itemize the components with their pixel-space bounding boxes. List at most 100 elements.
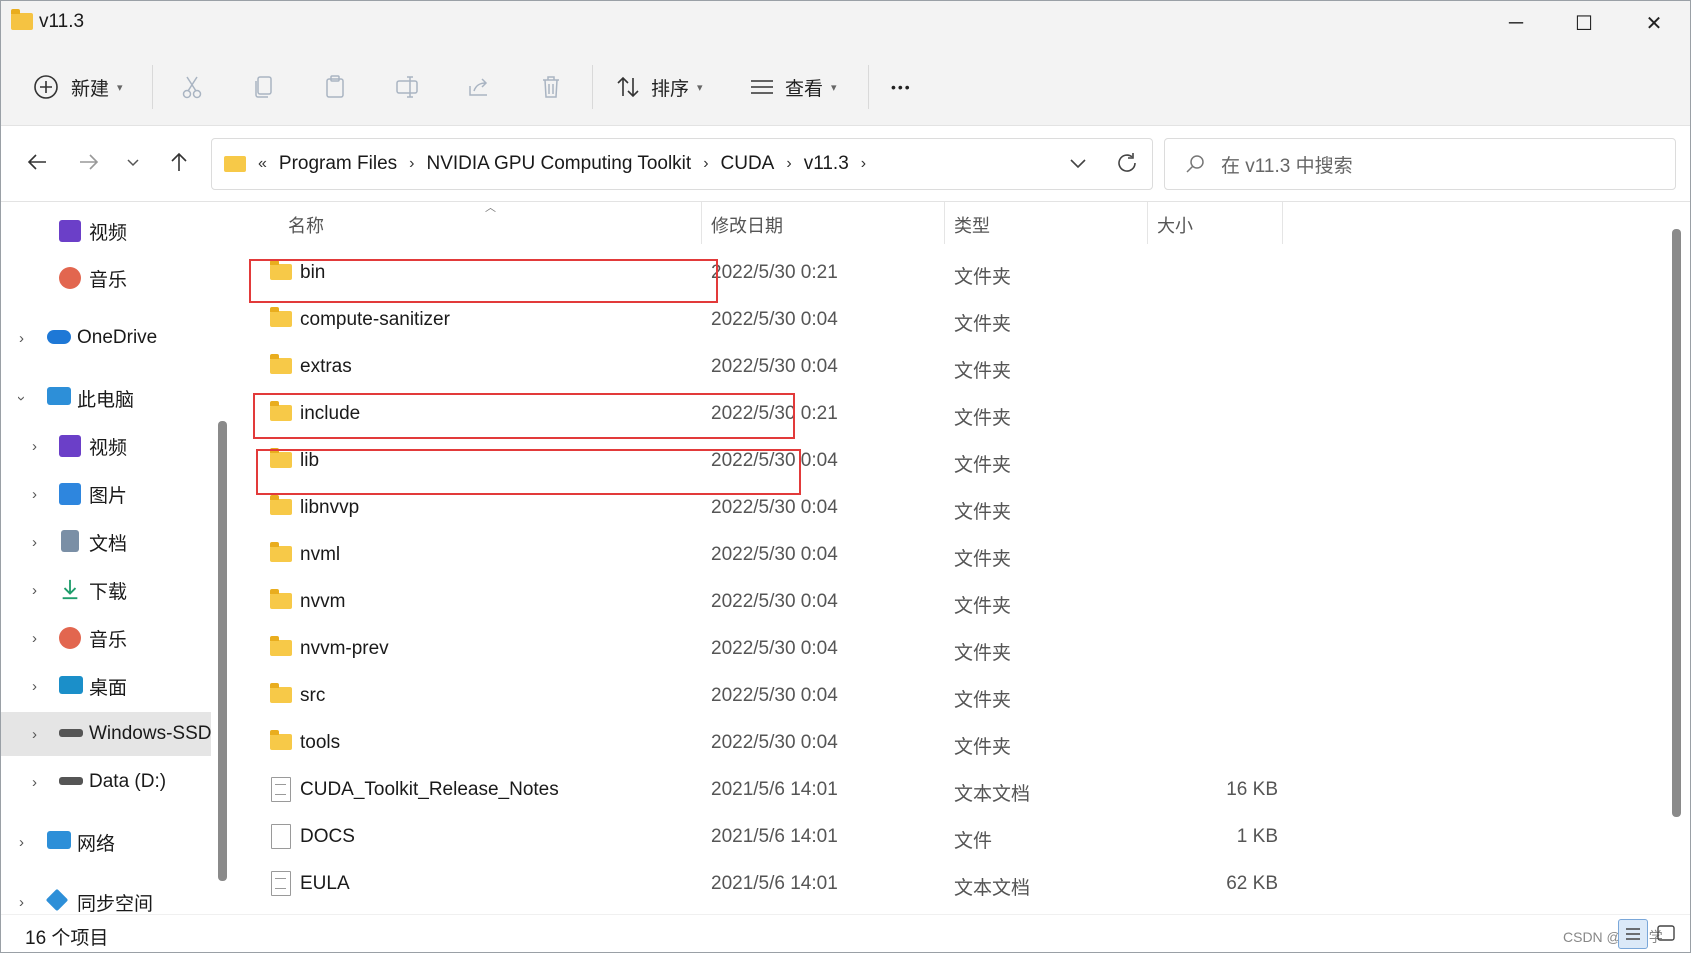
- file-row[interactable]: tools 2022/5/30 0:04 文件夹: [238, 720, 1668, 767]
- file-row[interactable]: EULA 2021/5/6 14:01 文本文档 62 KB: [238, 861, 1668, 908]
- chevron-right-icon[interactable]: ›: [32, 678, 37, 695]
- sidebar-item-pc-videos[interactable]: › 视频: [1, 424, 211, 468]
- file-type: 文件夹: [954, 549, 1012, 570]
- chevron-right-icon[interactable]: ›: [19, 894, 24, 911]
- sidebar-item-documents[interactable]: › 文档: [1, 520, 211, 564]
- sidebar-item-pc-music[interactable]: › 音乐: [1, 616, 211, 660]
- sort-button-label: 排序: [651, 78, 690, 100]
- item-count: 16 个项目: [25, 928, 109, 949]
- maximize-button[interactable]: ☐: [1552, 1, 1616, 45]
- recent-locations-button[interactable]: [113, 142, 153, 182]
- column-divider[interactable]: [701, 202, 702, 244]
- breadcrumb-v11-3[interactable]: v11.3: [804, 153, 849, 175]
- chevron-right-icon[interactable]: ›: [32, 630, 37, 647]
- rename-button[interactable]: [391, 71, 423, 103]
- column-header-size[interactable]: 大小: [1157, 212, 1193, 238]
- chevron-right-icon[interactable]: ›: [32, 438, 37, 455]
- sidebar-item-label: 桌面: [89, 677, 128, 699]
- sidebar-item-videos[interactable]: 视频: [1, 209, 211, 253]
- file-type: 文件夹: [954, 267, 1012, 288]
- breadcrumb-program-files[interactable]: Program Files: [279, 153, 397, 175]
- column-divider[interactable]: [1282, 202, 1283, 244]
- download-icon: [62, 579, 78, 600]
- highlight-box-lib: [256, 449, 801, 495]
- chevron-right-icon: ›: [786, 155, 792, 172]
- chevron-right-icon[interactable]: ›: [32, 582, 37, 599]
- up-button[interactable]: [159, 142, 199, 182]
- sidebar-item-label: 网络: [77, 833, 116, 855]
- sidebar-item-pictures[interactable]: › 图片: [1, 472, 211, 516]
- back-button[interactable]: [17, 142, 57, 182]
- chevron-right-icon[interactable]: ›: [32, 774, 37, 791]
- documents-icon: [61, 530, 79, 552]
- file-name: nvvm: [300, 591, 346, 612]
- address-bar[interactable]: « Program Files › NVIDIA GPU Computing T…: [211, 138, 1153, 190]
- cut-button[interactable]: [176, 71, 208, 103]
- chevron-right-icon[interactable]: ›: [32, 486, 37, 503]
- sidebar-item-data-d[interactable]: › Data (D:): [1, 760, 211, 804]
- forward-button[interactable]: [69, 142, 109, 182]
- file-date: 2021/5/6 14:01: [711, 826, 838, 847]
- sidebar-item-onedrive[interactable]: › OneDrive: [1, 316, 211, 360]
- chevron-right-icon[interactable]: ›: [32, 726, 37, 743]
- text-document-icon: [271, 871, 291, 896]
- file-row[interactable]: compute-sanitizer 2022/5/30 0:04 文件夹: [238, 297, 1668, 344]
- sidebar-item-network[interactable]: › 网络: [1, 820, 211, 864]
- folder-icon: [270, 683, 292, 703]
- close-button[interactable]: ✕: [1622, 1, 1686, 45]
- delete-button[interactable]: [535, 71, 567, 103]
- file-row[interactable]: nvml 2022/5/30 0:04 文件夹: [238, 532, 1668, 579]
- column-header-name[interactable]: 名称: [288, 212, 324, 238]
- view-button[interactable]: 查看 ▾: [749, 69, 837, 105]
- plus-circle-icon: [34, 75, 58, 99]
- file-row[interactable]: extras 2022/5/30 0:04 文件夹: [238, 344, 1668, 391]
- chevron-down-icon[interactable]: ›: [13, 396, 30, 401]
- search-box[interactable]: 在 v11.3 中搜索: [1164, 138, 1676, 190]
- breadcrumb-nvidia-toolkit[interactable]: NVIDIA GPU Computing Toolkit: [426, 153, 691, 175]
- file-row[interactable]: src 2022/5/30 0:04 文件夹: [238, 673, 1668, 720]
- paste-button[interactable]: [319, 71, 351, 103]
- file-row[interactable]: DOCS 2021/5/6 14:01 文件 1 KB: [238, 814, 1668, 861]
- breadcrumb-cuda[interactable]: CUDA: [721, 153, 775, 175]
- sidebar-item-this-pc[interactable]: › 此电脑: [1, 376, 211, 420]
- file-type: 文件夹: [954, 643, 1012, 664]
- file-type: 文件夹: [954, 502, 1012, 523]
- file-type: 文件夹: [954, 596, 1012, 617]
- tiles-view-button[interactable]: [1652, 919, 1680, 947]
- column-divider[interactable]: [944, 202, 945, 244]
- chevron-right-icon[interactable]: ›: [19, 330, 24, 347]
- new-button[interactable]: 新建 ▾: [33, 69, 123, 105]
- sidebar-item-desktop[interactable]: › 桌面: [1, 664, 211, 708]
- copy-button[interactable]: [248, 71, 280, 103]
- more-options-button[interactable]: •••: [891, 69, 912, 105]
- chevron-right-icon[interactable]: ›: [32, 534, 37, 551]
- sidebar-item-windows-ssd[interactable]: › Windows-SSD: [1, 712, 211, 756]
- sidebar-scrollbar[interactable]: [218, 421, 227, 881]
- column-divider[interactable]: [1147, 202, 1148, 244]
- column-header-type[interactable]: 类型: [954, 212, 990, 238]
- sort-button[interactable]: 排序 ▾: [615, 69, 703, 105]
- chevron-down-icon: ▾: [117, 81, 123, 94]
- details-view-button[interactable]: [1618, 919, 1648, 949]
- chevron-right-icon[interactable]: ›: [19, 834, 24, 851]
- file-row[interactable]: CUDA_Toolkit_Release_Notes 2021/5/6 14:0…: [238, 767, 1668, 814]
- sidebar-item-label: 文档: [89, 533, 128, 555]
- overflow-crumb[interactable]: «: [258, 155, 267, 173]
- file-name: nvml: [300, 544, 341, 565]
- file-list-scrollbar[interactable]: [1672, 229, 1681, 817]
- desktop-icon: [59, 676, 83, 694]
- share-button[interactable]: [463, 71, 495, 103]
- sidebar-item-music[interactable]: 音乐: [1, 256, 211, 300]
- minimize-button[interactable]: ─: [1484, 1, 1548, 45]
- chevron-down-icon: [127, 159, 139, 167]
- file-row[interactable]: nvvm 2022/5/30 0:04 文件夹: [238, 579, 1668, 626]
- sidebar-item-downloads[interactable]: › 下载: [1, 568, 211, 612]
- address-dropdown-button[interactable]: [1067, 152, 1089, 180]
- file-name: compute-sanitizer: [300, 309, 450, 330]
- column-header-date[interactable]: 修改日期: [711, 212, 783, 238]
- file-type: 文件夹: [954, 455, 1012, 476]
- title-bar: v11.3 ─ ☐ ✕: [1, 1, 1690, 49]
- tiles-view-icon: [1657, 925, 1675, 941]
- refresh-button[interactable]: [1115, 151, 1139, 181]
- file-row[interactable]: nvvm-prev 2022/5/30 0:04 文件夹: [238, 626, 1668, 673]
